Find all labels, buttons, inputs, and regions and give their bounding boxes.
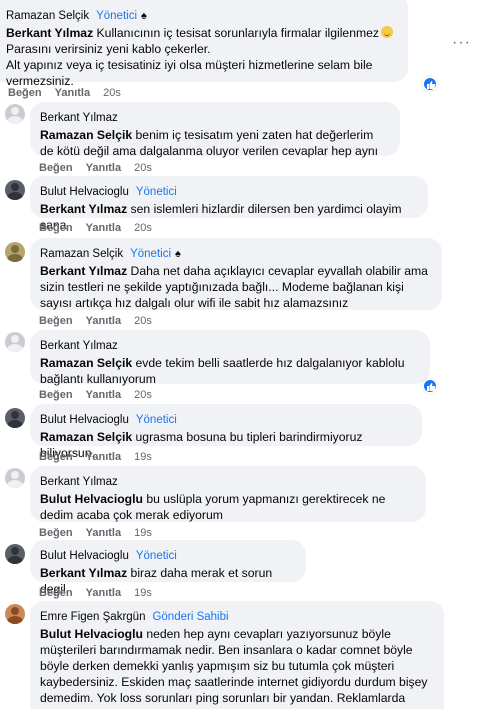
comment-author[interactable]: Berkant Yılmaz — [40, 112, 118, 124]
comment-author[interactable]: Berkant Yılmaz — [40, 476, 118, 488]
comment-bubble: Bulut Helvacioglu Yönetici Berkant Yılmaz… — [30, 540, 306, 596]
like-button[interactable]: Beğen — [39, 389, 73, 401]
comment-body-line: Parasını verirsiniz yeni kablo çekerler. — [6, 42, 211, 56]
mention-link[interactable]: Ramazan Selçik — [40, 356, 132, 370]
like-button[interactable]: Beğen — [39, 587, 73, 599]
mention-link[interactable]: Bulut Helvacioglu — [40, 492, 143, 506]
timestamp[interactable]: 20s — [134, 315, 152, 327]
avatar[interactable] — [5, 242, 25, 262]
mention-link[interactable]: Ramazan Selçik — [40, 128, 132, 142]
comment-author[interactable]: Emre Figen Şakrgün — [40, 611, 145, 623]
comment-actions: Beğen Yanıtla 19s — [39, 527, 165, 539]
comment-body: Kullanıcının iç tesisat sorunlarıyla fir… — [93, 26, 380, 40]
comment-bubble: Berkant Yılmaz Bulut Helvacioglu bu uslü… — [30, 466, 426, 522]
avatar[interactable] — [5, 408, 25, 428]
mention-link[interactable]: Ramazan Selçik — [40, 430, 132, 444]
comment-text: Bulut Helvacioglu neden hep aynı cevapla… — [40, 626, 434, 709]
reply-button[interactable]: Yanıtla — [86, 527, 121, 539]
reply-button[interactable]: Yanıtla — [86, 451, 121, 463]
reply-button[interactable]: Yanıtla — [86, 315, 121, 327]
comment-actions: Beğen Yanıtla 20s — [8, 87, 134, 99]
mention-link[interactable]: Berkant Yılmaz — [6, 26, 93, 40]
comment-text: Ramazan Selçik benim iç tesisatım yeni z… — [40, 127, 390, 159]
comment-text: Bulut Helvacioglu bu uslüpla yorum yapma… — [40, 491, 416, 523]
avatar[interactable] — [5, 332, 25, 352]
avatar[interactable] — [5, 604, 25, 624]
comment-bubble: Berkant Yılmaz Ramazan Selçik evde tekim… — [30, 330, 430, 387]
comment-actions: Beğen Yanıtla 19s — [39, 587, 165, 599]
comment-actions: Beğen Yanıtla 20s — [39, 222, 165, 234]
avatar[interactable] — [5, 180, 25, 200]
comment-actions: Beğen Yanıtla 19s — [39, 451, 165, 463]
comment-author[interactable]: Ramazan Selçik — [40, 248, 123, 260]
admin-badge: Yönetici — [135, 414, 177, 426]
comment-text: Berkant Yılmaz Kullanıcının iç tesisat s… — [6, 25, 398, 41]
comment-bubble: Ramazan Selçik Yönetici ♠ Berkant Yılmaz D… — [30, 238, 442, 310]
timestamp[interactable]: 20s — [134, 222, 152, 234]
avatar[interactable] — [5, 544, 25, 564]
timestamp[interactable]: 19s — [134, 451, 152, 463]
post-owner-badge: Gönderi Sahibi — [152, 611, 229, 623]
comment-bubble: Bulut Helvacioglu Yönetici Berkant Yılmaz… — [30, 176, 428, 232]
like-button[interactable]: Beğen — [39, 315, 73, 327]
mention-link[interactable]: Berkant Yılmaz — [40, 264, 127, 278]
comment-text: Ramazan Selçik evde tekim belli saatlerd… — [40, 355, 420, 387]
comment-text: Berkant Yılmaz Daha net daha açıklayıcı … — [40, 263, 432, 311]
more-options-icon[interactable]: ··· — [452, 34, 471, 52]
comment-bubble: Bulut Helvacioglu Yönetici Ramazan Selçik… — [30, 404, 422, 460]
like-button[interactable]: Beğen — [39, 451, 73, 463]
smile-emoji-icon — [381, 26, 394, 38]
spade-icon: ♠ — [175, 248, 181, 260]
like-button[interactable]: Beğen — [39, 222, 73, 234]
mention-link[interactable]: Bulut Helvacioglu — [40, 627, 143, 641]
comment-author[interactable]: Bulut Helvacioglu — [40, 414, 129, 426]
like-reaction-icon[interactable] — [422, 378, 438, 394]
admin-badge: Yönetici — [135, 550, 177, 562]
like-button[interactable]: Beğen — [39, 162, 73, 174]
timestamp[interactable]: 19s — [134, 527, 152, 539]
reply-button[interactable]: Yanıtla — [86, 162, 121, 174]
comment-bubble: Emre Figen Şakrgün Gönderi Sahibi Bulut H… — [30, 601, 444, 709]
comment-author[interactable]: Ramazan Selçik — [6, 10, 89, 22]
mention-link[interactable]: Berkant Yılmaz — [40, 566, 127, 580]
admin-badge: Yönetici — [135, 186, 177, 198]
admin-badge: Yönetici — [130, 248, 172, 260]
avatar[interactable] — [5, 468, 25, 488]
spade-icon: ♠ — [141, 10, 147, 22]
comment-author[interactable]: Bulut Helvacioglu — [40, 550, 129, 562]
timestamp[interactable]: 20s — [134, 162, 152, 174]
reply-button[interactable]: Yanıtla — [55, 87, 90, 99]
comment-actions: Beğen Yanıtla 20s — [39, 315, 165, 327]
comment-actions: Beğen Yanıtla 20s — [39, 389, 165, 401]
comment-body-line: Alt yapınız veya iç tesisatiniz iyi olsa… — [6, 58, 373, 88]
comment-author[interactable]: Bulut Helvacioglu — [40, 186, 129, 198]
timestamp[interactable]: 19s — [134, 587, 152, 599]
like-button[interactable]: Beğen — [39, 527, 73, 539]
comment-bubble: Berkant Yılmaz Ramazan Selçik benim iç t… — [30, 102, 400, 159]
timestamp[interactable]: 20s — [103, 87, 121, 99]
admin-badge: Yönetici — [96, 10, 138, 22]
mention-link[interactable]: Berkant Yılmaz — [40, 202, 127, 216]
reply-button[interactable]: Yanıtla — [86, 389, 121, 401]
like-reaction-icon[interactable] — [422, 76, 438, 92]
timestamp[interactable]: 20s — [134, 389, 152, 401]
reply-button[interactable]: Yanıtla — [86, 222, 121, 234]
comment-actions: Beğen Yanıtla 20s — [39, 162, 165, 174]
like-button[interactable]: Beğen — [8, 87, 42, 99]
comment-bubble: Ramazan Selçik Yönetici ♠ Berkant Yılmaz K… — [0, 0, 408, 88]
comment-author[interactable]: Berkant Yılmaz — [40, 340, 118, 352]
avatar[interactable] — [5, 104, 25, 124]
reply-button[interactable]: Yanıtla — [86, 587, 121, 599]
